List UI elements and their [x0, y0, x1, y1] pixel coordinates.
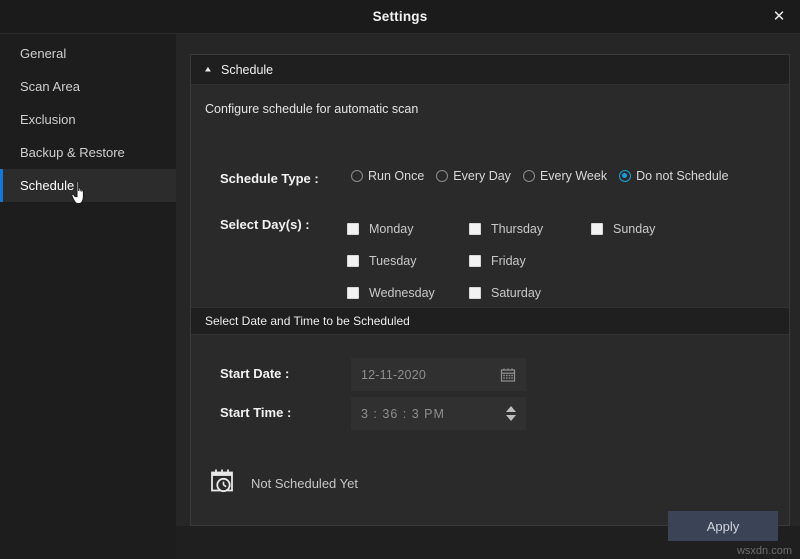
checkbox-icon	[591, 223, 603, 235]
spinner-down-arrow-icon[interactable]	[506, 415, 516, 421]
spinner-up-arrow-icon[interactable]	[506, 406, 516, 412]
start-date-input[interactable]: 12-11-2020	[351, 358, 526, 391]
chevron-up-icon[interactable]: ▲	[203, 66, 217, 74]
checkbox-label: Saturday	[491, 286, 541, 300]
checkbox-label: Thursday	[491, 222, 543, 236]
checkbox-label: Monday	[369, 222, 413, 236]
day-row: Tuesday Friday	[347, 245, 767, 277]
checkbox-label: Wednesday	[369, 286, 435, 300]
datetime-section-header: Select Date and Time to be Scheduled	[191, 307, 789, 335]
start-time-value: 3 : 36 : 3 PM	[361, 407, 445, 421]
panel-title: Schedule	[221, 63, 273, 77]
panel-description: Configure schedule for automatic scan	[205, 102, 418, 116]
schedule-panel: ▲ Schedule Configure schedule for automa…	[190, 54, 790, 526]
sidebar-item-scan-area[interactable]: Scan Area	[0, 70, 176, 103]
title-bar: Settings ✕	[0, 0, 800, 34]
day-row: Monday Thursday Sunday	[347, 213, 767, 245]
checkbox-thursday[interactable]: Thursday	[469, 222, 591, 236]
day-row: Wednesday Saturday	[347, 277, 767, 309]
window-title: Settings	[0, 9, 800, 24]
checkbox-icon	[347, 223, 359, 235]
datetime-section-title: Select Date and Time to be Scheduled	[205, 314, 410, 328]
selection-accent-bar	[0, 169, 3, 202]
footer-bar: Apply wsxdn.com	[176, 526, 800, 559]
sidebar-item-label: Backup & Restore	[20, 145, 125, 160]
radio-do-not-schedule[interactable]: Do not Schedule	[619, 169, 728, 183]
schedule-type-label: Schedule Type :	[220, 171, 319, 186]
checkbox-label: Sunday	[613, 222, 655, 236]
main-content: ▲ Schedule Configure schedule for automa…	[176, 34, 800, 559]
checkbox-wednesday[interactable]: Wednesday	[347, 286, 469, 300]
radio-label: Every Week	[540, 169, 607, 183]
schedule-panel-header[interactable]: ▲ Schedule	[191, 55, 789, 85]
calendar-icon[interactable]	[500, 367, 516, 383]
radio-label: Every Day	[453, 169, 511, 183]
checkbox-label: Tuesday	[369, 254, 416, 268]
schedule-status: Not Scheduled Yet	[209, 467, 358, 500]
start-date-label: Start Date :	[220, 366, 289, 381]
calendar-clock-icon	[209, 467, 237, 500]
checkbox-icon	[469, 255, 481, 267]
radio-every-week[interactable]: Every Week	[523, 169, 607, 183]
sidebar-item-backup-restore[interactable]: Backup & Restore	[0, 136, 176, 169]
checkbox-sunday[interactable]: Sunday	[591, 222, 711, 236]
checkbox-icon	[469, 287, 481, 299]
checkbox-saturday[interactable]: Saturday	[469, 286, 591, 300]
select-days-label: Select Day(s) :	[220, 217, 310, 232]
radio-every-day[interactable]: Every Day	[436, 169, 511, 183]
radio-label: Run Once	[368, 169, 424, 183]
checkbox-friday[interactable]: Friday	[469, 254, 591, 268]
sidebar-item-exclusion[interactable]: Exclusion	[0, 103, 176, 136]
sidebar-item-label: Scan Area	[20, 79, 80, 94]
schedule-status-text: Not Scheduled Yet	[251, 476, 358, 491]
radio-label: Do not Schedule	[636, 169, 728, 183]
checkbox-icon	[347, 287, 359, 299]
select-days-checkbox-group: Monday Thursday Sunday	[347, 213, 767, 309]
checkbox-icon	[347, 255, 359, 267]
radio-circle-icon	[351, 170, 363, 182]
start-time-label: Start Time :	[220, 405, 291, 420]
checkbox-monday[interactable]: Monday	[347, 222, 469, 236]
radio-run-once[interactable]: Run Once	[351, 169, 424, 183]
sidebar-item-schedule[interactable]: Schedule	[0, 169, 176, 202]
start-date-value: 12-11-2020	[361, 368, 426, 382]
sidebar-item-general[interactable]: General	[0, 37, 176, 70]
sidebar: General Scan Area Exclusion Backup & Res…	[0, 34, 176, 559]
radio-circle-icon	[523, 170, 535, 182]
sidebar-item-label: General	[20, 46, 66, 61]
radio-circle-icon	[436, 170, 448, 182]
checkbox-tuesday[interactable]: Tuesday	[347, 254, 469, 268]
schedule-type-radio-group: Run Once Every Day Every Week Do not Sch…	[351, 169, 741, 183]
settings-window: Settings ✕ General Scan Area Exclusion B…	[0, 0, 800, 559]
close-icon[interactable]: ✕	[768, 7, 790, 27]
spinner-updown-icon[interactable]	[506, 406, 516, 421]
checkbox-label: Friday	[491, 254, 526, 268]
checkbox-icon	[469, 223, 481, 235]
radio-circle-selected-icon	[619, 170, 631, 182]
sidebar-item-label: Exclusion	[20, 112, 76, 127]
apply-button[interactable]: Apply	[668, 511, 778, 541]
watermark: wsxdn.com	[737, 545, 792, 557]
start-time-input[interactable]: 3 : 36 : 3 PM	[351, 397, 526, 430]
sidebar-item-label: Schedule	[20, 178, 74, 193]
schedule-panel-body: Configure schedule for automatic scan Sc…	[191, 85, 789, 525]
